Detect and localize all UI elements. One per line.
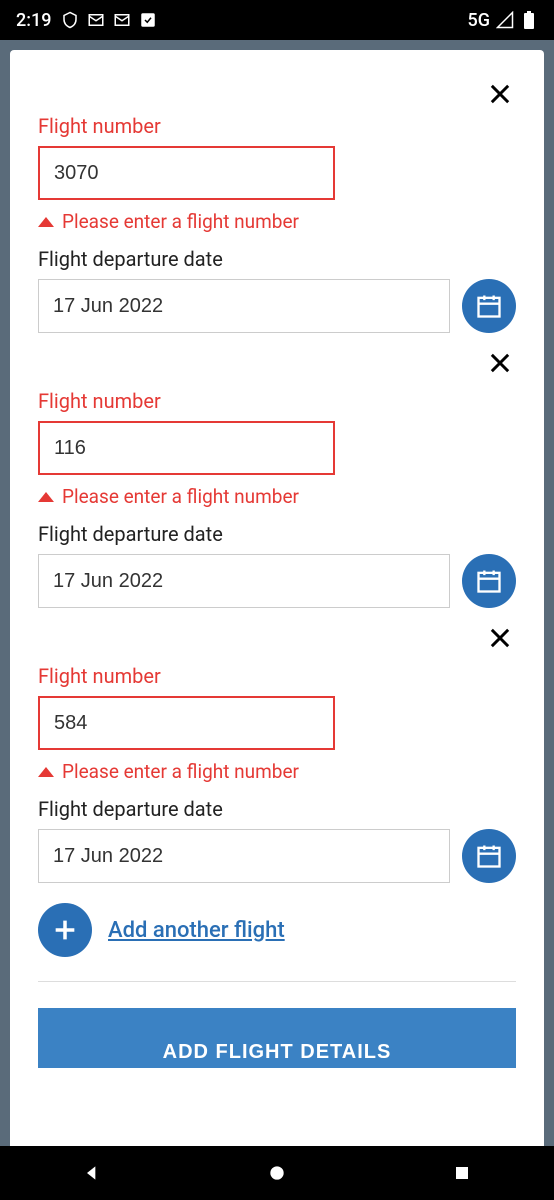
remove-flight-button[interactable] — [484, 622, 516, 654]
departure-date-input[interactable] — [38, 279, 450, 333]
signal-icon — [496, 11, 514, 29]
remove-flight-button[interactable] — [484, 347, 516, 379]
departure-date-input[interactable] — [38, 554, 450, 608]
flight-number-error: Please enter a flight number — [38, 210, 516, 233]
flight-group-2: Flight number Please enter a flight numb… — [38, 389, 516, 654]
battery-icon — [520, 11, 538, 29]
add-flight-button[interactable] — [38, 903, 92, 957]
add-flight-details-button[interactable]: ADD FLIGHT DETAILS — [38, 1008, 516, 1068]
flight-number-input[interactable] — [38, 696, 335, 750]
flight-modal: Flight number Please enter a flight numb… — [10, 50, 544, 1146]
nav-home-button[interactable] — [265, 1161, 289, 1185]
close-modal-button[interactable] — [484, 78, 516, 110]
departure-date-label: Flight departure date — [38, 247, 516, 271]
status-right: 5G — [468, 10, 539, 31]
flight-group-3: Flight number Please enter a flight numb… — [38, 664, 516, 883]
network-label: 5G — [468, 10, 491, 31]
status-left: 2:19 — [16, 10, 157, 31]
nav-back-button[interactable] — [80, 1161, 104, 1185]
shield-icon — [61, 11, 79, 29]
flight-number-error: Please enter a flight number — [38, 485, 516, 508]
status-time: 2:19 — [16, 10, 51, 31]
calendar-button[interactable] — [462, 554, 516, 608]
flight-number-input[interactable] — [38, 146, 335, 200]
departure-date-label: Flight departure date — [38, 522, 516, 546]
flight-number-label: Flight number — [38, 389, 516, 413]
status-bar: 2:19 5G — [0, 0, 554, 40]
calendar-button[interactable] — [462, 279, 516, 333]
departure-date-input[interactable] — [38, 829, 450, 883]
checkbox-icon — [139, 11, 157, 29]
flight-number-error: Please enter a flight number — [38, 760, 516, 783]
nav-recent-button[interactable] — [450, 1161, 474, 1185]
chevron-up-icon — [38, 492, 54, 502]
departure-date-label: Flight departure date — [38, 797, 516, 821]
add-flight-row: Add another flight — [38, 903, 516, 982]
flight-number-label: Flight number — [38, 664, 516, 688]
mail-icon-2 — [113, 11, 131, 29]
chevron-up-icon — [38, 767, 54, 777]
flight-group-1: Flight number Please enter a flight numb… — [38, 114, 516, 379]
android-nav-bar — [0, 1146, 554, 1200]
mail-icon — [87, 11, 105, 29]
flight-number-label: Flight number — [38, 114, 516, 138]
chevron-up-icon — [38, 217, 54, 227]
add-flight-link[interactable]: Add another flight — [108, 918, 285, 943]
flight-number-input[interactable] — [38, 421, 335, 475]
calendar-button[interactable] — [462, 829, 516, 883]
